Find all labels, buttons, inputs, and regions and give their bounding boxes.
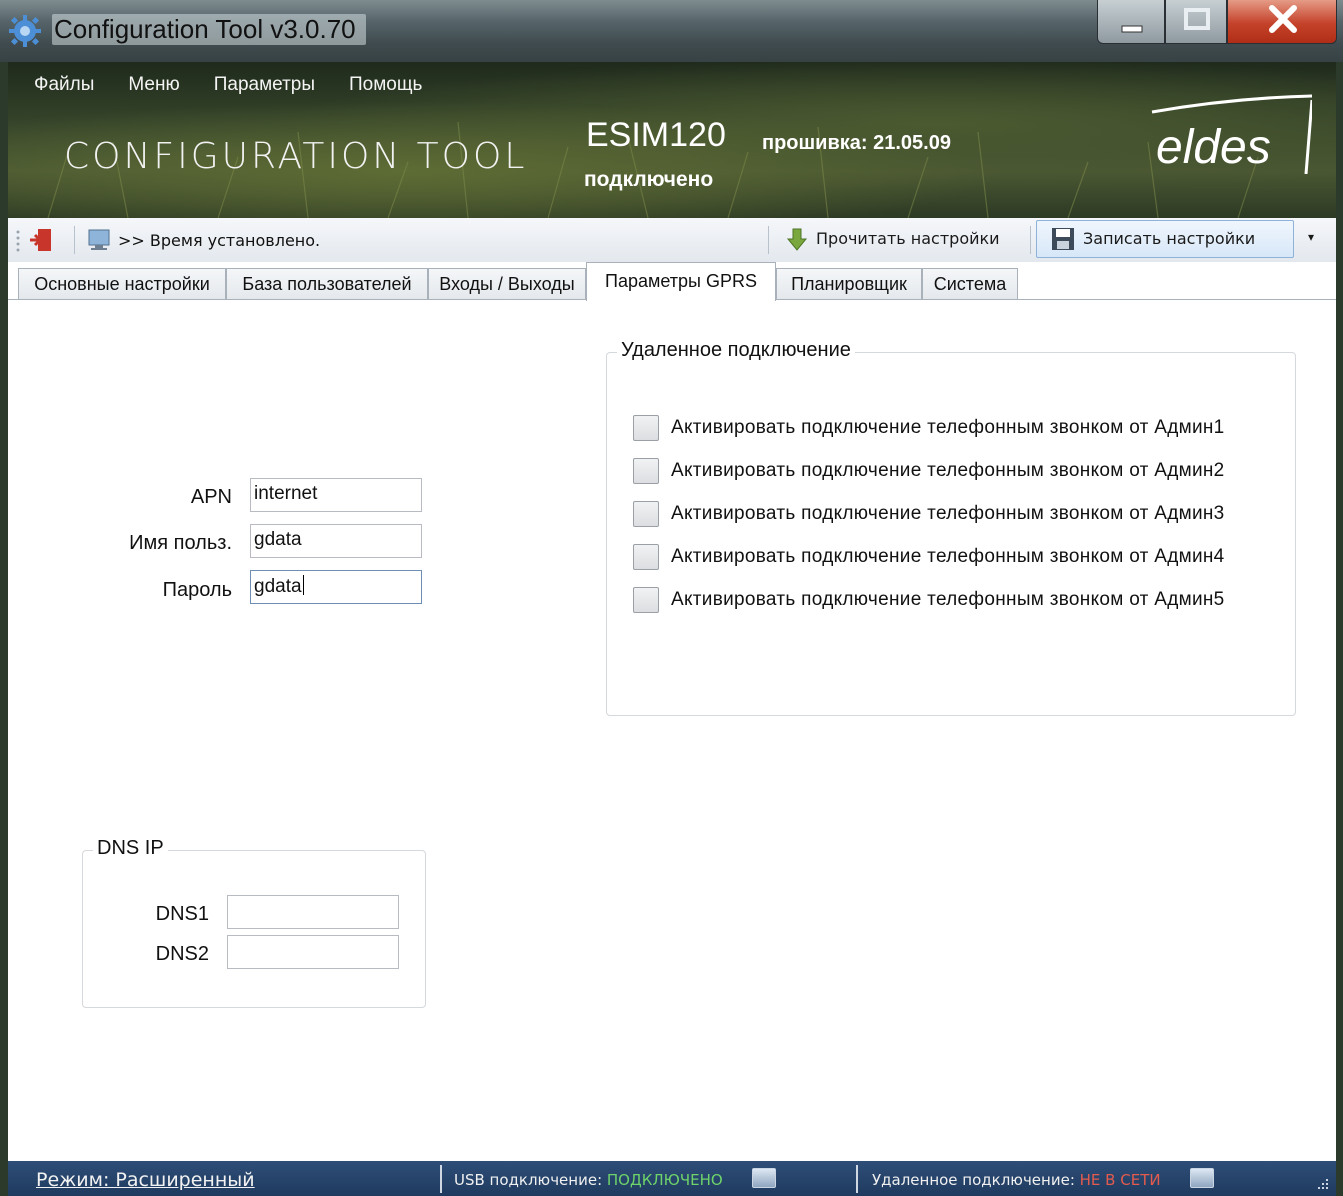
toolbar: >> Время установлено. Прочитать настройк… — [8, 218, 1336, 262]
usb-monitor-icon — [752, 1168, 776, 1188]
tab-strip: Основные настройки База пользователей Вх… — [8, 262, 1336, 301]
usb-connection-status: USB подключение: ПОДКЛЮЧЕНО — [454, 1171, 723, 1189]
admin1-call-option[interactable]: Активировать подключение телефонным звон… — [633, 413, 1225, 443]
computer-icon — [88, 229, 110, 250]
admin5-label: Активировать подключение телефонным звон… — [671, 589, 1225, 610]
password-field[interactable]: gdata — [250, 570, 422, 604]
maximize-icon — [1184, 8, 1210, 30]
admin1-label: Активировать подключение телефонным звон… — [671, 417, 1225, 438]
close-button[interactable] — [1227, 0, 1337, 44]
dns1-field[interactable] — [227, 895, 399, 929]
remote-monitor-icon — [1190, 1168, 1214, 1188]
menu-help[interactable]: Помощь — [349, 74, 422, 96]
admin3-call-option[interactable]: Активировать подключение телефонным звон… — [633, 499, 1225, 529]
floppy-save-icon — [1052, 228, 1074, 250]
statusbar-separator — [440, 1165, 442, 1193]
username-field[interactable]: gdata — [250, 524, 422, 558]
menu-menu[interactable]: Меню — [128, 74, 179, 96]
dns-group-title: DNS IP — [93, 837, 168, 860]
menu-bar: Файлы Меню Параметры Помощь — [34, 74, 422, 96]
firmware-version: прошивка: 21.05.09 — [762, 132, 951, 154]
text-caret — [302, 575, 304, 595]
menu-parameters[interactable]: Параметры — [214, 74, 315, 96]
password-label: Пароль — [162, 579, 232, 601]
connection-status: подключено — [584, 168, 714, 191]
admin4-call-option[interactable]: Активировать подключение телефонным звон… — [633, 542, 1225, 572]
tab-system[interactable]: Система — [922, 268, 1018, 300]
usb-connection-value: ПОДКЛЮЧЕНО — [606, 1171, 723, 1189]
remote-connection-title: Удаленное подключение — [617, 339, 855, 362]
admin1-checkbox[interactable] — [633, 415, 659, 441]
read-settings-button[interactable]: Прочитать настройки — [782, 224, 1008, 254]
admin2-call-option[interactable]: Активировать подключение телефонным звон… — [633, 456, 1225, 486]
device-name: ESIM120 — [586, 116, 726, 154]
toolbar-status-message: >> Время установлено. — [118, 231, 321, 250]
minimize-icon — [1121, 25, 1143, 33]
tab-users[interactable]: База пользователей — [226, 268, 428, 300]
toolbar-grip-icon — [16, 230, 20, 252]
remote-connection-status: Удаленное подключение: НЕ В СЕТИ — [872, 1171, 1161, 1189]
status-bar: Режим: Расширенный USB подключение: ПОДК… — [8, 1161, 1336, 1196]
toolbar-separator — [74, 226, 75, 254]
dns1-label: DNS1 — [155, 903, 209, 925]
eldes-logo: eldes — [1156, 121, 1271, 174]
admin5-call-option[interactable]: Активировать подключение телефонным звон… — [633, 585, 1225, 615]
admin4-checkbox[interactable] — [633, 544, 659, 570]
remote-connection-group: Удаленное подключение Активировать подкл… — [606, 339, 1296, 716]
banner-title: CONFIGURATION TOOL — [64, 136, 528, 177]
write-settings-label: Записать настройки — [1083, 229, 1256, 248]
read-settings-label: Прочитать настройки — [816, 229, 1000, 248]
title-bar[interactable]: Configuration Tool v3.0.70 — [0, 0, 1343, 62]
dns2-label: DNS2 — [155, 943, 209, 965]
exit-icon[interactable] — [28, 226, 56, 254]
apn-field[interactable]: internet — [250, 478, 422, 512]
maximize-button[interactable] — [1165, 0, 1227, 44]
admin4-label: Активировать подключение телефонным звон… — [671, 546, 1225, 567]
toolbar-separator — [768, 226, 769, 254]
menu-files[interactable]: Файлы — [34, 74, 94, 96]
password-value: gdata — [254, 576, 302, 597]
dns-group: DNS IP DNS1 DNS2 — [82, 837, 426, 1008]
apn-label: APN — [190, 486, 232, 508]
gprs-settings-panel: APN internet Имя польз. gdata Пароль gda… — [8, 299, 1336, 1161]
admin5-checkbox[interactable] — [633, 587, 659, 613]
remote-connection-value: НЕ В СЕТИ — [1079, 1171, 1161, 1189]
write-settings-button[interactable]: Записать настройки — [1036, 220, 1294, 258]
toolbar-overflow-dropdown[interactable]: ▾ — [1308, 230, 1314, 244]
username-label: Имя польз. — [129, 532, 232, 554]
tab-scheduler[interactable]: Планировщик — [776, 268, 922, 300]
statusbar-separator — [856, 1165, 858, 1193]
resize-grip-icon[interactable] — [1314, 1175, 1330, 1191]
mode-link[interactable]: Режим: Расширенный — [36, 1169, 255, 1191]
usb-connection-label: USB подключение: — [454, 1171, 603, 1189]
tab-main-settings[interactable]: Основные настройки — [18, 268, 226, 300]
admin2-label: Активировать подключение телефонным звон… — [671, 460, 1225, 481]
remote-connection-label: Удаленное подключение: — [872, 1171, 1075, 1189]
app-window: Configuration Tool v3.0.70 Файлы Меню Па… — [0, 0, 1343, 1196]
admin2-checkbox[interactable] — [633, 458, 659, 484]
window-title: Configuration Tool v3.0.70 — [52, 14, 366, 45]
header-banner: Файлы Меню Параметры Помощь CONFIGURATIO… — [8, 62, 1336, 218]
download-arrow-icon — [786, 228, 808, 251]
close-icon — [1269, 5, 1297, 33]
admin3-checkbox[interactable] — [633, 501, 659, 527]
dns2-field[interactable] — [227, 935, 399, 969]
tab-inputs-outputs[interactable]: Входы / Выходы — [428, 268, 586, 300]
minimize-button[interactable] — [1097, 0, 1165, 44]
gear-app-icon — [9, 15, 41, 47]
admin3-label: Активировать подключение телефонным звон… — [671, 503, 1225, 524]
tab-gprs-parameters[interactable]: Параметры GPRS — [586, 262, 776, 301]
toolbar-separator — [1030, 226, 1031, 254]
